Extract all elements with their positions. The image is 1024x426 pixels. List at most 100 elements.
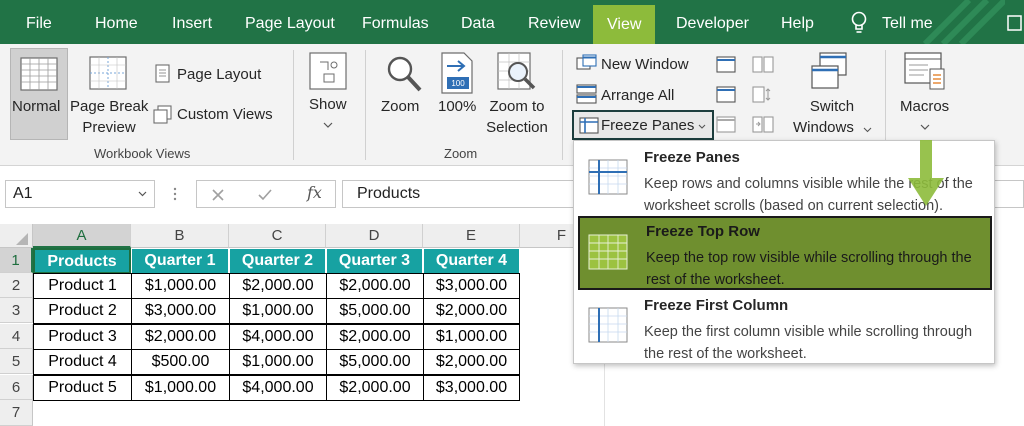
row-header-1[interactable]: 1 xyxy=(0,248,33,273)
zoom-100-icon[interactable]: 100 xyxy=(441,52,475,94)
cell-b5[interactable]: $500.00 xyxy=(131,349,230,375)
vertical-dots-icon xyxy=(173,187,177,201)
view-side-by-side-icon[interactable] xyxy=(752,56,774,73)
row-header-3[interactable]: 3 xyxy=(0,298,33,323)
tab-home[interactable]: Home xyxy=(95,0,138,44)
show-icon[interactable] xyxy=(309,52,347,90)
tab-view[interactable]: View xyxy=(593,5,656,44)
chevron-down-icon[interactable] xyxy=(138,191,147,197)
zoom-100-button[interactable]: 100% xyxy=(438,98,476,115)
freeze-panes-icon xyxy=(579,117,599,134)
new-window-button[interactable]: New Window xyxy=(601,56,689,73)
freeze-top-row-option[interactable]: Freeze Top Row Keep the top row visible … xyxy=(578,216,992,290)
cell-e6[interactable]: $3,000.00 xyxy=(423,375,520,401)
unhide-window-icon[interactable] xyxy=(716,116,736,133)
freeze-panes-option-title: Freeze Panes xyxy=(644,149,740,166)
lightbulb-icon xyxy=(851,11,867,33)
cell-b2[interactable]: $1,000.00 xyxy=(131,273,230,299)
cell-e4[interactable]: $1,000.00 xyxy=(423,324,520,350)
tab-data[interactable]: Data xyxy=(461,0,495,44)
tab-developer[interactable]: Developer xyxy=(676,0,749,44)
chevron-down-icon xyxy=(863,127,872,133)
cell-c1[interactable]: Quarter 2 xyxy=(229,248,326,274)
column-header-e[interactable]: E xyxy=(423,224,520,248)
cell-a6[interactable]: Product 5 xyxy=(33,375,132,401)
cell-c6[interactable]: $4,000.00 xyxy=(229,375,327,401)
cell-c5[interactable]: $1,000.00 xyxy=(229,349,327,375)
zoom-magnifier-icon[interactable] xyxy=(384,54,424,94)
cell-d2[interactable]: $2,000.00 xyxy=(326,273,424,299)
zoom-to-selection-label-2: Selection xyxy=(486,119,548,136)
switch-windows-icon[interactable] xyxy=(810,52,850,92)
column-header-b[interactable]: B xyxy=(131,224,229,248)
cancel-icon[interactable] xyxy=(211,188,225,202)
cell-b3[interactable]: $3,000.00 xyxy=(131,298,230,324)
page-break-preview-label: Page Break xyxy=(70,98,149,115)
cell-e3[interactable]: $2,000.00 xyxy=(423,298,520,324)
macros-button[interactable]: Macros xyxy=(900,98,949,115)
insert-function-icon[interactable]: fx xyxy=(307,183,322,202)
tab-review[interactable]: Review xyxy=(528,0,580,44)
select-all-corner[interactable] xyxy=(0,224,33,248)
zoom-group-label: Zoom xyxy=(444,146,478,161)
cell-d3[interactable]: $5,000.00 xyxy=(326,298,424,324)
cell-a5[interactable]: Product 4 xyxy=(33,349,132,375)
zoom-button[interactable]: Zoom xyxy=(381,98,419,115)
cell-a1[interactable]: Products xyxy=(33,248,131,274)
cell-b6[interactable]: $1,000.00 xyxy=(131,375,230,401)
cell-e1[interactable]: Quarter 4 xyxy=(423,248,520,274)
cell-e2[interactable]: $3,000.00 xyxy=(423,273,520,299)
chevron-down-icon xyxy=(323,122,333,128)
tab-page-layout[interactable]: Page Layout xyxy=(245,0,335,44)
tab-insert[interactable]: Insert xyxy=(172,0,212,44)
custom-views-button[interactable]: Custom Views xyxy=(177,106,273,123)
row-header-4[interactable]: 4 xyxy=(0,324,33,349)
cell-d4[interactable]: $2,000.00 xyxy=(326,324,424,350)
tab-formulas[interactable]: Formulas xyxy=(362,0,429,44)
macros-icon[interactable] xyxy=(904,52,946,92)
tab-file[interactable]: File xyxy=(26,0,52,44)
ribbon-tab-bar: File Home Insert Page Layout Formulas Da… xyxy=(0,0,1024,44)
cell-d5[interactable]: $5,000.00 xyxy=(326,349,424,375)
cell-b1[interactable]: Quarter 1 xyxy=(131,248,229,274)
cell-d6[interactable]: $2,000.00 xyxy=(326,375,424,401)
freeze-top-row-icon xyxy=(588,234,628,270)
share-icon[interactable] xyxy=(1007,12,1024,32)
column-header-a[interactable]: A xyxy=(33,224,131,248)
normal-view-button[interactable] xyxy=(10,48,68,140)
freeze-panes-button[interactable]: Freeze Panes xyxy=(572,110,714,140)
page-layout-icon xyxy=(155,64,170,83)
cell-a3[interactable]: Product 2 xyxy=(33,298,132,324)
freeze-first-column-option[interactable]: Freeze First Column Keep the first colum… xyxy=(578,291,992,363)
cell-a2[interactable]: Product 1 xyxy=(33,273,132,299)
cell-b4[interactable]: $2,000.00 xyxy=(131,324,230,350)
row-header-6[interactable]: 6 xyxy=(0,375,33,400)
row-header-5[interactable]: 5 xyxy=(0,349,33,374)
split-icon[interactable] xyxy=(716,56,736,73)
synchronous-scrolling-icon[interactable] xyxy=(752,86,774,103)
tab-help[interactable]: Help xyxy=(781,0,814,44)
page-break-preview-icon[interactable] xyxy=(89,56,127,90)
new-window-icon xyxy=(576,54,597,70)
zoom-to-selection-icon[interactable] xyxy=(497,52,537,94)
column-header-d[interactable]: D xyxy=(326,224,423,248)
switch-windows-label-2: Windows xyxy=(793,119,854,136)
column-header-c[interactable]: C xyxy=(229,224,326,248)
page-layout-button[interactable]: Page Layout xyxy=(177,66,261,83)
show-button[interactable]: Show xyxy=(309,96,347,113)
cell-c2[interactable]: $2,000.00 xyxy=(229,273,327,299)
cell-c3[interactable]: $1,000.00 xyxy=(229,298,327,324)
cell-c4[interactable]: $4,000.00 xyxy=(229,324,327,350)
reset-window-position-icon[interactable] xyxy=(752,116,774,133)
row-header-7[interactable]: 7 xyxy=(0,400,33,426)
name-box[interactable]: A1 xyxy=(5,180,155,208)
freeze-first-column-title: Freeze First Column xyxy=(644,297,789,314)
row-header-2[interactable]: 2 xyxy=(0,273,33,298)
cell-d1[interactable]: Quarter 3 xyxy=(326,248,423,274)
hide-window-icon[interactable] xyxy=(716,86,736,103)
arrange-all-icon xyxy=(576,84,597,104)
enter-checkmark-icon[interactable] xyxy=(257,188,273,202)
cell-a4[interactable]: Product 3 xyxy=(33,324,132,350)
arrange-all-button[interactable]: Arrange All xyxy=(601,87,674,104)
cell-e5[interactable]: $2,000.00 xyxy=(423,349,520,375)
